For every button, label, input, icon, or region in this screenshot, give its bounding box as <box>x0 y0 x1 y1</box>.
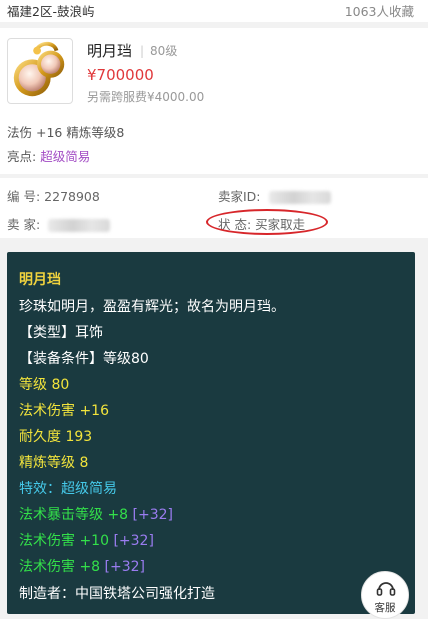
server-name: 福建2区-鼓浪屿 <box>7 4 95 19</box>
detail-description: 珍珠如明月，盈盈有辉光；故名为明月珰。 <box>19 299 285 315</box>
detail-durability: 耐久度 193 <box>19 429 93 445</box>
detail-requirement: 【装备条件】等级80 <box>19 351 149 367</box>
listing-info-card: 编 号: 2278908 卖家ID: 卖 家: 状 态: 买家取走 <box>0 178 428 238</box>
bonus-3-extra: [+32] <box>104 559 146 575</box>
item-price: ¥700000 <box>87 66 154 84</box>
seller-name-redacted <box>48 219 111 232</box>
listing-id: 编 号: 2278908 <box>7 186 100 205</box>
item-thumbnail[interactable] <box>7 38 73 104</box>
item-highlight: 亮点: 超级简易 <box>7 146 90 165</box>
item-summary-card: 明月珰 | 80级 ¥700000 另需跨服费¥4000.00 法伤 +16 精炼… <box>0 28 428 174</box>
bonus-1-extra: [+32] <box>132 507 174 523</box>
seller-id: 卖家ID: <box>218 186 331 205</box>
status-highlight-circle <box>206 209 328 235</box>
item-name: 明月珰 <box>87 42 133 60</box>
bonus-2-text: 法术伤害 +10 <box>19 533 109 549</box>
headset-icon <box>376 582 396 596</box>
favorites-count[interactable]: 1063人收藏 <box>345 1 414 20</box>
bonus-2-extra: [+32] <box>113 533 154 549</box>
detail-title: 明月珰 <box>19 272 61 288</box>
item-detail-panel: 明月珰 珍珠如明月，盈盈有辉光；故名为明月珰。 【类型】耳饰 【装备条件】等级8… <box>7 252 415 614</box>
seller-label: 卖 家: <box>7 217 41 232</box>
seller-id-label: 卖家ID: <box>218 189 261 204</box>
detail-bonus-3: 法术伤害 +8 [+32] <box>19 556 145 576</box>
detail-type: 【类型】耳饰 <box>19 325 103 341</box>
detail-magic-damage: 法术伤害 +16 <box>19 403 109 419</box>
listing-id-value: 2278908 <box>44 189 100 204</box>
customer-service-button[interactable]: 客服 <box>361 571 409 619</box>
top-bar: 福建2区-鼓浪屿 1063人收藏 <box>0 0 428 22</box>
detail-refine-level: 精炼等级 8 <box>19 455 89 471</box>
detail-level: 等级 80 <box>19 377 70 393</box>
item-attributes: 法伤 +16 精炼等级8 <box>7 125 125 140</box>
detail-special-effect: 特效：超级简易 <box>19 481 117 497</box>
bonus-1-text: 法术暴击等级 +8 <box>19 507 129 523</box>
highlight-label: 亮点: <box>7 149 37 164</box>
customer-service-label: 客服 <box>374 602 396 614</box>
earring-icon <box>13 41 65 97</box>
cross-server-fee: 另需跨服费¥4000.00 <box>87 90 205 104</box>
listing-id-label: 编 号: <box>7 189 41 204</box>
item-level: | 80级 <box>140 44 178 58</box>
seller: 卖 家: <box>7 214 111 233</box>
seller-id-redacted <box>268 191 331 204</box>
detail-bonus-2: 法术伤害 +10 [+32] <box>19 530 154 550</box>
highlight-value: 超级简易 <box>40 149 91 164</box>
item-level-text: 80级 <box>150 44 178 58</box>
detail-bonus-1: 法术暴击等级 +8 [+32] <box>19 504 173 524</box>
bonus-3-text: 法术伤害 +8 <box>19 559 101 575</box>
detail-maker: 制造者：中国铁塔公司强化打造 <box>19 586 215 602</box>
